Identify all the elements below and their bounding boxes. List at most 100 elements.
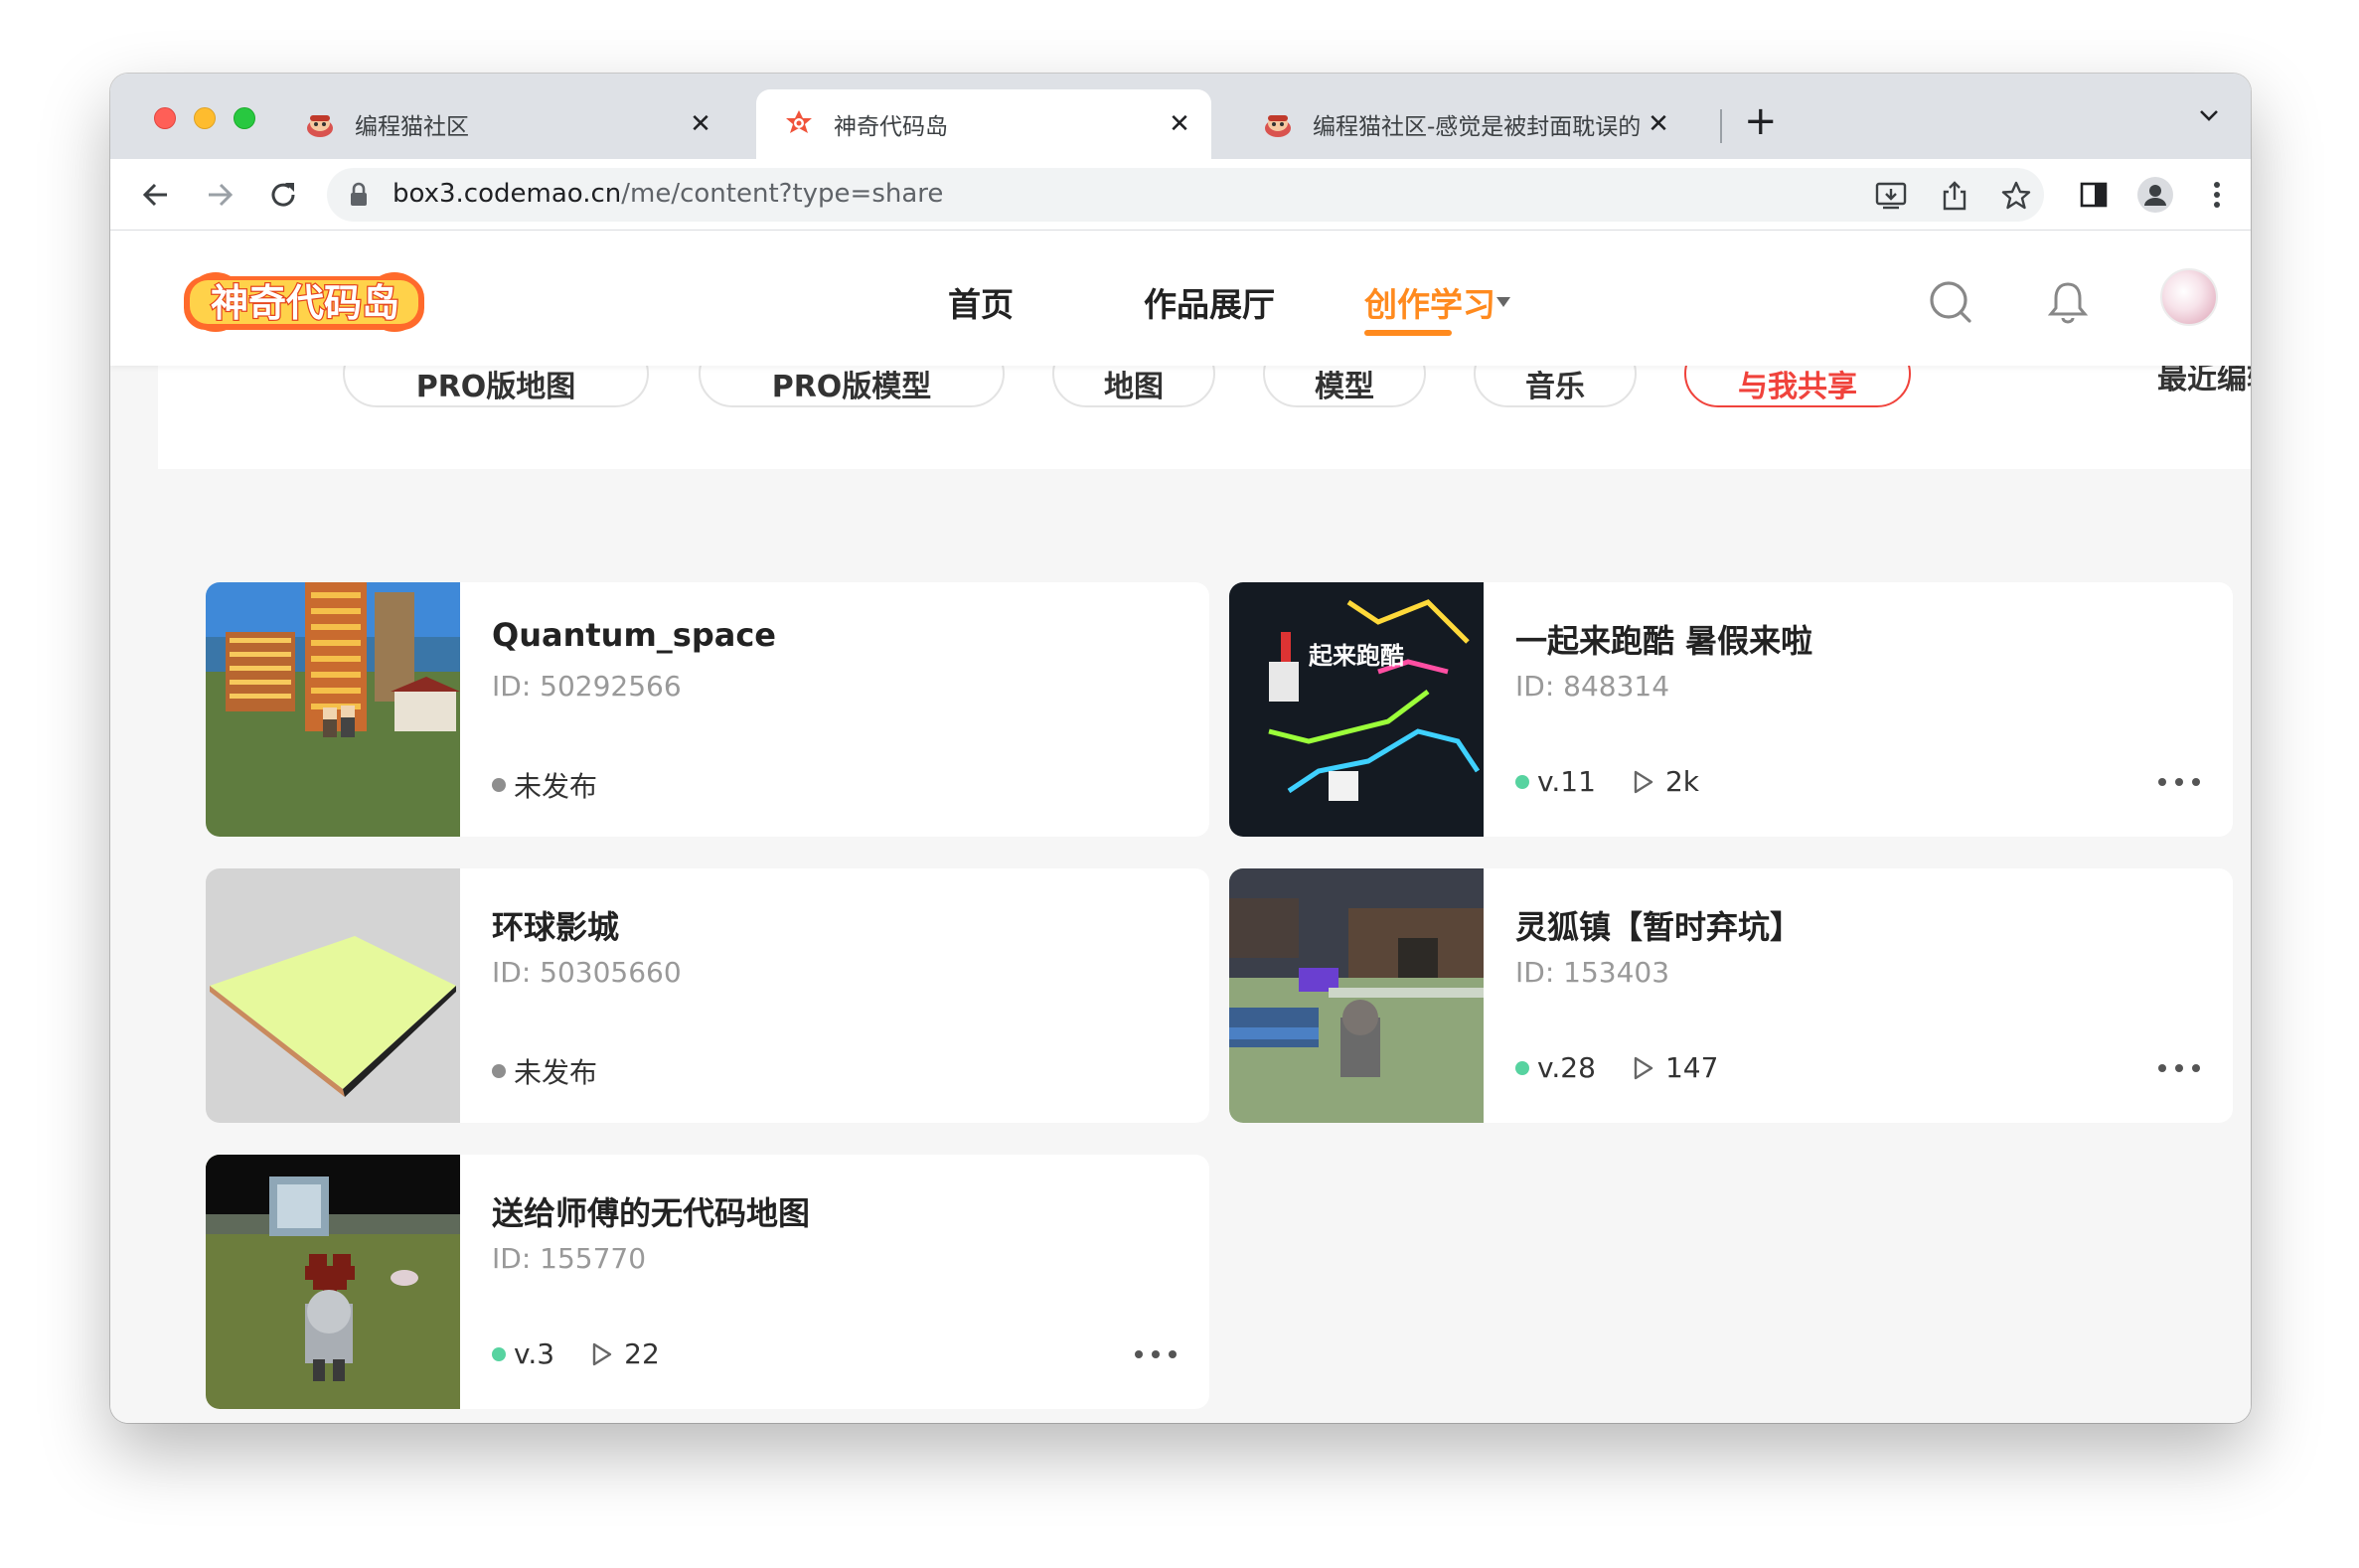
work-title[interactable]: 灵狐镇【暂时弃坑】 <box>1515 902 1802 948</box>
search-icon[interactable] <box>1929 280 1972 324</box>
status-label: 未发布 <box>514 1056 598 1089</box>
work-card[interactable]: 起来跑酷 一起来跑酷 暑假来啦 ID: 848314 v.11 2k <box>1229 582 2233 837</box>
tab-close-icon[interactable]: ✕ <box>1162 109 1197 139</box>
work-id: ID: 155770 <box>492 1242 647 1275</box>
chevron-down-icon[interactable] <box>2197 103 2221 127</box>
back-arrow-icon <box>142 183 167 207</box>
work-title[interactable]: 送给师傅的无代码地图 <box>492 1188 810 1234</box>
tab-title: 编程猫社区 <box>355 114 469 140</box>
browser-menu-button[interactable] <box>2197 175 2237 215</box>
work-status: 未发布 <box>492 1051 597 1091</box>
status-label: 未发布 <box>514 770 598 803</box>
work-card[interactable]: 灵狐镇【暂时弃坑】 ID: 153403 v.28 147 <box>1229 868 2233 1123</box>
address-bar[interactable]: box3.codemao.cn/me/content?type=share <box>327 168 2044 222</box>
play-count: 22 <box>624 1337 660 1370</box>
install-app-button[interactable] <box>1873 178 1909 214</box>
site-header: 神奇代码岛 首页 作品展厅 创作学习 <box>110 231 2251 366</box>
version-label: v.3 <box>514 1337 555 1370</box>
work-status: v.11 2k <box>1515 765 1699 798</box>
codemao-favicon-icon <box>1265 115 1291 137</box>
work-title[interactable]: 一起来跑酷 暑假来啦 <box>1515 616 1812 662</box>
work-card[interactable]: 环球影城 ID: 50305660 未发布 <box>206 868 1209 1123</box>
play-icon <box>1634 1056 1653 1079</box>
nav-active-indicator <box>1364 330 1452 336</box>
minimize-window-button[interactable] <box>194 107 216 129</box>
tab-divider <box>1720 109 1722 143</box>
user-avatar[interactable] <box>2160 268 2218 326</box>
profile-button[interactable] <box>2135 175 2175 215</box>
site-logo[interactable]: 神奇代码岛 <box>182 266 428 338</box>
bookmark-button[interactable] <box>1998 178 2034 214</box>
tab-title: 编程猫社区-感觉是被封面耽误的 <box>1313 114 1641 140</box>
new-tab-button[interactable]: + <box>1744 99 1778 143</box>
status-dot <box>1515 774 1529 789</box>
status-dot <box>1515 1060 1529 1075</box>
work-status: v.28 147 <box>1515 1051 1718 1084</box>
work-id: ID: 848314 <box>1515 670 1670 703</box>
forward-arrow-icon <box>209 183 234 207</box>
logo-text: 神奇代码岛 <box>211 281 399 325</box>
version-label: v.11 <box>1537 765 1596 798</box>
work-thumbnail <box>1229 868 1484 1123</box>
lock-icon <box>351 182 367 206</box>
zoom-window-button[interactable] <box>234 107 255 129</box>
status-dot <box>492 1064 506 1078</box>
work-thumbnail <box>206 582 460 837</box>
work-card[interactable]: Quantum_space ID: 50292566 未发布 <box>206 582 1209 837</box>
thumbnail-caption: 起来跑酷 <box>1308 642 1404 670</box>
browser-toolbar: box3.codemao.cn/me/content?type=share <box>110 159 2251 231</box>
work-status: 未发布 <box>492 765 597 805</box>
bell-icon[interactable] <box>2048 280 2088 324</box>
tab-close-icon[interactable]: ✕ <box>683 109 718 139</box>
page-content: PRO版地图 PRO版模型 地图 模型 音乐 与我共享 最近编辑 神奇代码岛 首… <box>110 231 2251 1423</box>
nav-gallery[interactable]: 作品展厅 <box>1144 278 1275 326</box>
share-button[interactable] <box>1937 178 1972 214</box>
work-thumbnail <box>206 1155 460 1409</box>
url-host: box3.codemao.cn <box>393 179 622 209</box>
work-card[interactable]: 送给师傅的无代码地图 ID: 155770 v.3 22 <box>206 1155 1209 1409</box>
install-app-icon <box>1875 182 1907 210</box>
play-count: 2k <box>1664 765 1699 798</box>
work-id: ID: 153403 <box>1515 956 1670 989</box>
more-dots-icon[interactable] <box>2157 777 2201 787</box>
play-count: 147 <box>1664 1051 1719 1084</box>
close-window-button[interactable] <box>154 107 176 129</box>
box3-favicon-icon <box>786 110 812 133</box>
url-text: box3.codemao.cn/me/content?type=share <box>393 179 943 209</box>
tab-codemao-community[interactable]: 编程猫社区 ✕ <box>277 89 732 159</box>
more-dots-icon[interactable] <box>2157 1063 2201 1073</box>
play-icon <box>592 1342 612 1365</box>
tab-strip: 编程猫社区 ✕ 神奇代码岛 ✕ 编程猫社区-感觉是被封面耽误的 ✕ + <box>110 74 2251 159</box>
work-title[interactable]: Quantum_space <box>492 616 776 654</box>
profile-icon <box>2137 177 2173 213</box>
url-path: /me/content?type=share <box>621 179 944 209</box>
nav-home[interactable]: 首页 <box>948 278 1014 326</box>
tab-title: 神奇代码岛 <box>834 114 948 140</box>
caret-down-icon[interactable] <box>1495 296 1511 308</box>
side-panel-icon <box>2080 182 2108 208</box>
more-dots-icon[interactable] <box>1134 1349 1178 1359</box>
nav-create-learn[interactable]: 创作学习 <box>1364 278 1495 326</box>
work-thumbnail <box>206 868 460 1123</box>
status-dot <box>492 778 506 792</box>
reload-button[interactable] <box>263 175 303 215</box>
codemao-favicon-icon <box>307 115 333 137</box>
work-id: ID: 50292566 <box>492 670 682 703</box>
kebab-menu-icon <box>2214 182 2220 208</box>
back-button[interactable] <box>136 175 176 215</box>
work-id: ID: 50305660 <box>492 956 682 989</box>
browser-window: 编程猫社区 ✕ 神奇代码岛 ✕ 编程猫社区-感觉是被封面耽误的 ✕ + box3… <box>110 74 2251 1423</box>
tab-codemao-post[interactable]: 编程猫社区-感觉是被封面耽误的 ✕ <box>1235 89 1690 159</box>
tab-box3[interactable]: 神奇代码岛 ✕ <box>756 89 1211 159</box>
version-label: v.28 <box>1537 1051 1596 1084</box>
forward-button[interactable] <box>200 175 239 215</box>
reload-icon <box>271 183 295 207</box>
work-thumbnail: 起来跑酷 <box>1229 582 1484 837</box>
status-dot <box>492 1346 506 1361</box>
work-title[interactable]: 环球影城 <box>492 902 619 948</box>
play-icon <box>1634 770 1653 793</box>
work-status: v.3 22 <box>492 1337 660 1370</box>
share-icon <box>1943 181 1966 211</box>
tab-close-icon[interactable]: ✕ <box>1641 109 1676 139</box>
side-panel-button[interactable] <box>2074 175 2114 215</box>
